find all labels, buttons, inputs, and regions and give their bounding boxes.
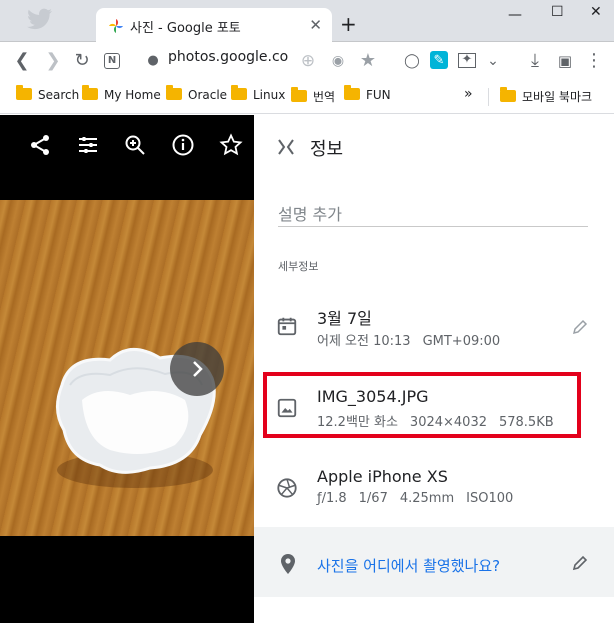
reload-icon[interactable]: ↻ xyxy=(72,51,92,71)
info-title: 정보 xyxy=(310,139,344,160)
chevron-down-icon[interactable]: ⌄ xyxy=(483,51,503,71)
camera-aperture-icon xyxy=(277,478,297,498)
edit-adjust-icon[interactable] xyxy=(76,133,100,157)
pen-extension-icon[interactable]: ✎ xyxy=(430,51,448,69)
folder-icon xyxy=(82,85,98,100)
image-extension-icon[interactable]: ✦ xyxy=(458,53,476,68)
bookmark-translate[interactable]: 번역 xyxy=(291,87,335,106)
new-tab-button[interactable]: + xyxy=(340,12,357,36)
bookmark-mobile[interactable]: 모바일 북마크 xyxy=(500,87,592,106)
add-location-link[interactable]: 사진을 어디에서 촬영했나요? xyxy=(317,555,500,576)
close-info-icon[interactable] xyxy=(276,137,296,157)
bookmark-my-home[interactable]: My Home xyxy=(82,85,161,106)
notion-icon[interactable]: N xyxy=(104,53,120,69)
browser-toolbar: ❮ ❯ ↻ N ● ⊕ ◉ ★ ◯ ✎ ✦ ⌄ ⤓ ▣ ⋮ xyxy=(0,42,614,79)
folder-icon xyxy=(16,85,32,100)
back-icon[interactable]: ❮ xyxy=(12,51,32,71)
shield-icon[interactable]: ◉ xyxy=(328,51,348,71)
google-photos-icon xyxy=(109,19,123,33)
add-site-icon[interactable]: ⊕ xyxy=(298,51,318,71)
camera-model: Apple iPhone XS xyxy=(317,467,448,486)
edit-date-pencil-icon[interactable] xyxy=(572,319,588,335)
info-icon[interactable] xyxy=(171,133,195,157)
date-time-detail: 어제 오전 10:13 GMT+09:00 xyxy=(317,334,501,349)
bookmark-linux[interactable]: Linux xyxy=(231,85,285,106)
camera-detail: ƒ/1.8 1/67 4.25mm ISO100 xyxy=(317,491,514,506)
address-bar[interactable]: photos.google.com xyxy=(168,49,288,65)
folder-icon xyxy=(291,87,307,102)
maximize-icon[interactable]: ☐ xyxy=(551,4,564,20)
location-row[interactable]: 사진을 어디에서 촬영했나요? xyxy=(254,527,614,597)
favorite-star-icon[interactable] xyxy=(219,133,243,157)
bookmarks-bar: Search My Home Oracle Linux 번역 FUN » 모바일… xyxy=(0,80,614,114)
tab-title: 사진 - Google 포토 xyxy=(130,21,241,36)
minimize-icon[interactable]: — xyxy=(508,7,522,23)
folder-icon xyxy=(344,85,360,100)
photo-viewer xyxy=(0,115,254,623)
download-icon[interactable]: ⤓ xyxy=(525,51,545,71)
window-close-icon[interactable]: ✕ xyxy=(590,4,602,20)
zoom-in-icon[interactable] xyxy=(123,133,147,157)
chevron-right-icon xyxy=(193,361,203,377)
date-text: 3월 7일 xyxy=(317,309,372,328)
location-pin-icon xyxy=(281,554,295,574)
twitter-icon xyxy=(27,8,52,30)
screenshot-icon[interactable]: ▣ xyxy=(555,51,575,71)
folder-icon xyxy=(231,85,247,100)
tab-close-icon[interactable]: ✕ xyxy=(309,16,322,34)
calendar-icon xyxy=(277,317,297,336)
browser-tab[interactable]: 사진 - Google 포토 ✕ xyxy=(96,8,332,42)
bookmark-search[interactable]: Search xyxy=(16,85,79,106)
share-icon[interactable] xyxy=(28,133,52,157)
details-section-label: 세부정보 xyxy=(278,260,319,273)
folder-icon xyxy=(500,87,516,102)
title-bar: 사진 - Google 포토 ✕ + — ☐ ✕ xyxy=(0,0,614,42)
description-input[interactable]: 설명 추가 xyxy=(278,201,588,227)
divider xyxy=(488,88,489,106)
bookmark-fun[interactable]: FUN xyxy=(344,85,391,106)
next-photo-button[interactable] xyxy=(170,342,224,396)
file-info-highlight xyxy=(263,372,581,438)
folder-icon xyxy=(166,85,182,100)
menu-dots-icon[interactable]: ⋮ xyxy=(584,51,604,71)
star-bookmark-icon[interactable]: ★ xyxy=(358,51,378,71)
bookmarks-overflow-button[interactable]: » xyxy=(464,86,473,104)
forward-icon[interactable]: ❯ xyxy=(43,51,63,71)
mouse-extension-icon[interactable]: ◯ xyxy=(402,51,422,71)
bookmark-oracle[interactable]: Oracle xyxy=(166,85,227,106)
edit-location-pencil-icon[interactable] xyxy=(572,555,588,571)
lock-icon: ● xyxy=(147,53,159,68)
